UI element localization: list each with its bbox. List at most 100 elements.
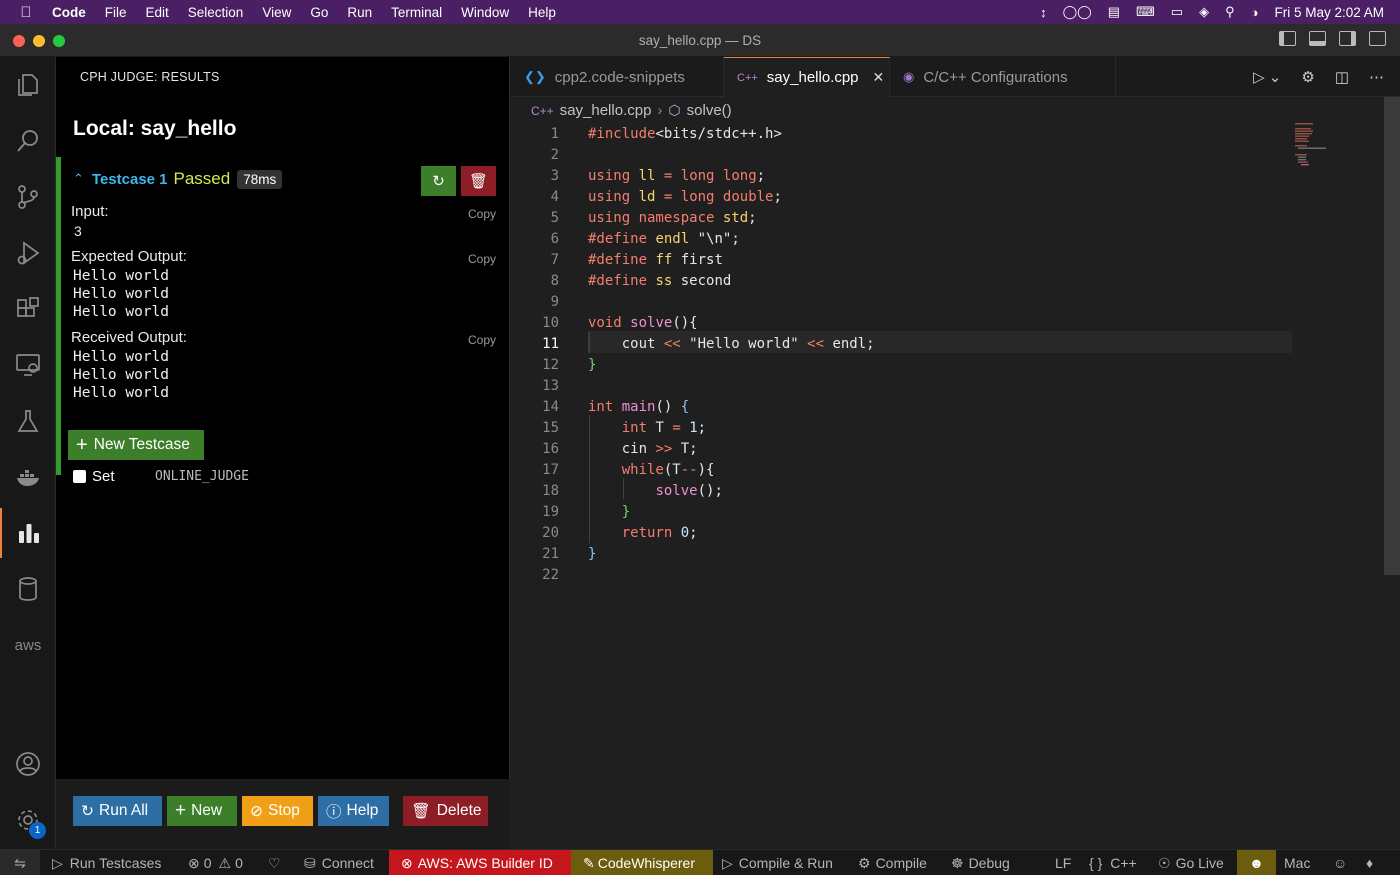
aws-icon[interactable]: aws <box>0 620 56 670</box>
plus-icon: + <box>175 800 187 821</box>
menu-terminal[interactable]: Terminal <box>391 5 442 20</box>
cph-panel-header: CPH JUDGE: RESULTS <box>80 70 220 84</box>
copy-expected-button[interactable]: Copy <box>468 252 496 266</box>
code-line: cin >> T; <box>588 441 698 457</box>
remote-indicator-icon[interactable]: ⇋ <box>0 850 40 875</box>
braces-icon: { } <box>1089 855 1103 871</box>
platform-item[interactable]: Mac <box>1284 850 1310 875</box>
compile-run-item[interactable]: ▷ Compile & Run <box>722 850 833 875</box>
notifications-bell-icon[interactable]: ♦ <box>1366 850 1373 875</box>
rerun-icon: ↻ <box>432 173 445 190</box>
source-control-icon[interactable] <box>0 172 56 222</box>
menu-run[interactable]: Run <box>347 5 372 20</box>
line-number: 13 <box>542 378 559 394</box>
copy-received-button[interactable]: Copy <box>468 333 496 347</box>
delete-testcase-button[interactable]: 🗑 <box>461 166 496 196</box>
expected-output-line: Hello world <box>73 304 170 320</box>
close-icon[interactable]: ✕ <box>873 69 885 86</box>
toggle-secondary-sidebar-icon[interactable] <box>1339 31 1356 46</box>
gear-icon[interactable]: ⚙ <box>1301 68 1314 86</box>
apple-icon[interactable]:  <box>0 4 52 21</box>
stop-button[interactable]: ⊘ Stop <box>242 796 313 826</box>
settings-gear-icon[interactable]: 1 <box>0 795 56 845</box>
connect-item[interactable]: ⛁ Connect <box>304 850 374 875</box>
menu-window[interactable]: Window <box>461 5 509 20</box>
line-number: 12 <box>542 357 559 373</box>
search-icon[interactable]: ⚲ <box>1225 4 1235 20</box>
help-button[interactable]: ⓘ Help <box>318 796 389 826</box>
online-judge-toggle[interactable]: Set ONLINE_JUDGE <box>73 468 249 485</box>
trash-icon: 🗑 <box>468 173 489 190</box>
run-debug-icon[interactable] <box>0 228 56 278</box>
toggle-primary-sidebar-icon[interactable] <box>1279 31 1296 46</box>
new-testcase-button[interactable]: + New Testcase <box>68 430 204 460</box>
battery-icon[interactable]: ▭ <box>1171 4 1183 20</box>
code-line: #define endl "\n"; <box>588 231 740 247</box>
problems-item[interactable]: ⊗ 0 ⚠ 0 <box>188 850 243 875</box>
remote-explorer-icon[interactable] <box>0 340 56 390</box>
code-line: #define ff first <box>588 252 723 268</box>
copilot-icon[interactable]: ☻ <box>1237 850 1276 875</box>
breadcrumb-file[interactable]: say_hello.cpp <box>560 102 652 119</box>
menubar-datetime[interactable]: Fri 5 May 2:02 AM <box>1274 5 1384 20</box>
chevron-up-icon[interactable]: ⌃ <box>73 171 84 187</box>
testcase-header[interactable]: ⌃ Testcase 1 Passed 78ms <box>73 169 283 189</box>
keyboard-icon[interactable]: ⌨ <box>1136 4 1155 20</box>
menu-edit[interactable]: Edit <box>146 5 169 20</box>
line-number: 10 <box>542 315 559 331</box>
control-center-icon[interactable]: ◑ <box>1251 5 1259 20</box>
clipboard-icon[interactable]: ▤ <box>1108 4 1120 20</box>
run-code-icon[interactable]: ▷ ⌄ <box>1253 68 1281 86</box>
split-editor-icon[interactable]: ◫ <box>1335 68 1349 86</box>
testcase-card: ⌃ Testcase 1 Passed 78ms ↻ 🗑 Input: Copy… <box>56 157 510 475</box>
extensions-icon[interactable] <box>0 284 56 334</box>
go-live-item[interactable]: ☉ Go Live <box>1158 850 1224 875</box>
new-button[interactable]: + New <box>167 796 237 826</box>
broadcast-icon: ☉ <box>1158 854 1171 871</box>
run-testcases-item[interactable]: ▷ Run Testcases <box>52 850 161 875</box>
menu-file[interactable]: File <box>105 5 127 20</box>
menu-app[interactable]: Code <box>52 5 86 20</box>
port-forward-icon[interactable]: ♡ <box>268 850 281 875</box>
wifi-icon[interactable]: ◈ <box>1199 4 1209 20</box>
codewhisperer-item[interactable]: ✎ CodeWhisperer <box>571 850 713 875</box>
account-icon[interactable] <box>0 739 56 789</box>
search-icon[interactable] <box>0 116 56 166</box>
testing-icon[interactable] <box>0 396 56 446</box>
menu-help[interactable]: Help <box>528 5 556 20</box>
breadcrumb-symbol[interactable]: solve() <box>687 102 732 119</box>
copy-input-button[interactable]: Copy <box>468 207 496 221</box>
run-all-button[interactable]: ↻ Run All <box>73 796 162 826</box>
menu-selection[interactable]: Selection <box>188 5 244 20</box>
docker-icon[interactable] <box>0 452 56 502</box>
debug-item[interactable]: ☸ Debug <box>951 850 1010 875</box>
language-item[interactable]: { } C++ <box>1089 850 1137 875</box>
menu-view[interactable]: View <box>262 5 291 20</box>
eol-item[interactable]: LF <box>1055 850 1071 875</box>
online-judge-checkbox[interactable] <box>73 470 86 483</box>
toggle-panel-icon[interactable] <box>1309 31 1326 46</box>
compile-item[interactable]: ⚙ Compile <box>858 850 927 875</box>
explorer-icon[interactable] <box>0 60 56 110</box>
resize-arrows-icon[interactable]: ↕ <box>1040 5 1047 20</box>
line-number: 22 <box>542 567 559 583</box>
tab-say-hello-cpp[interactable]: C++ say_hello.cpp ✕ <box>724 57 890 97</box>
delete-all-button[interactable]: 🗑 Delete <box>403 796 488 826</box>
trash-icon: 🗑 <box>411 802 431 820</box>
glasses-icon[interactable]: ◯◯ <box>1063 4 1092 20</box>
menu-go[interactable]: Go <box>310 5 328 20</box>
aws-connection-item[interactable]: ⊗ AWS: AWS Builder ID <box>389 850 571 875</box>
rerun-testcase-button[interactable]: ↻ <box>421 166 456 196</box>
customize-layout-icon[interactable] <box>1369 31 1386 46</box>
minimap[interactable] <box>1295 121 1335 171</box>
code-editor[interactable]: C++ say_hello.cpp › ⬡ solve() 1 2 3 4 5 … <box>511 97 1400 849</box>
feedback-icon[interactable]: ☺ <box>1333 850 1347 875</box>
tab-cpp-configurations[interactable]: ◉ C/C++ Configurations <box>890 57 1116 97</box>
line-number: 16 <box>542 441 559 457</box>
tab-cpp2-snippets[interactable]: ❮❯ cpp2.code-snippets <box>511 57 724 97</box>
cph-judge-icon[interactable] <box>0 508 56 558</box>
more-actions-icon[interactable]: ⋯ <box>1369 68 1384 86</box>
editor-scrollbar[interactable] <box>1384 97 1400 575</box>
input-value[interactable]: 3 <box>74 223 82 239</box>
database-icon[interactable] <box>0 564 56 614</box>
